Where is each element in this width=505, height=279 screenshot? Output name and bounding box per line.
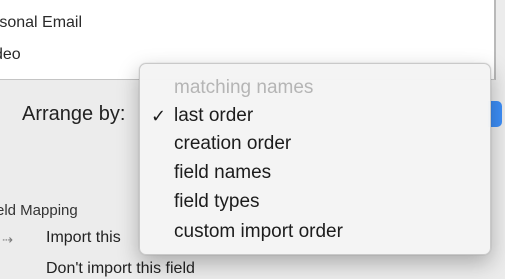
menu-item-last-order[interactable]: last order [174, 102, 253, 130]
menu-item-field-types[interactable]: field types [174, 188, 260, 216]
checkmark-icon: ✓ [151, 106, 167, 126]
menu-item-custom-import-order[interactable]: custom import order [174, 218, 343, 246]
menu-item-field-names[interactable]: field names [174, 159, 271, 187]
field-mapping-label: eld Mapping [0, 202, 78, 219]
mapping-option-dont-import[interactable]: Don't import this field [46, 260, 195, 278]
arrow-icon: ⇢ [2, 232, 13, 247]
field-item-video[interactable]: deo [0, 46, 21, 64]
arrange-by-menu: matching names ✓ last order creation ord… [139, 63, 491, 255]
mapping-option-import[interactable]: Import this [46, 229, 121, 247]
field-item-personal-email[interactable]: rsonal Email [0, 14, 82, 32]
menu-item-matching-names: matching names [174, 77, 314, 98]
arrange-by-label: Arrange by: [22, 103, 126, 125]
menu-item-creation-order[interactable]: creation order [174, 130, 291, 158]
